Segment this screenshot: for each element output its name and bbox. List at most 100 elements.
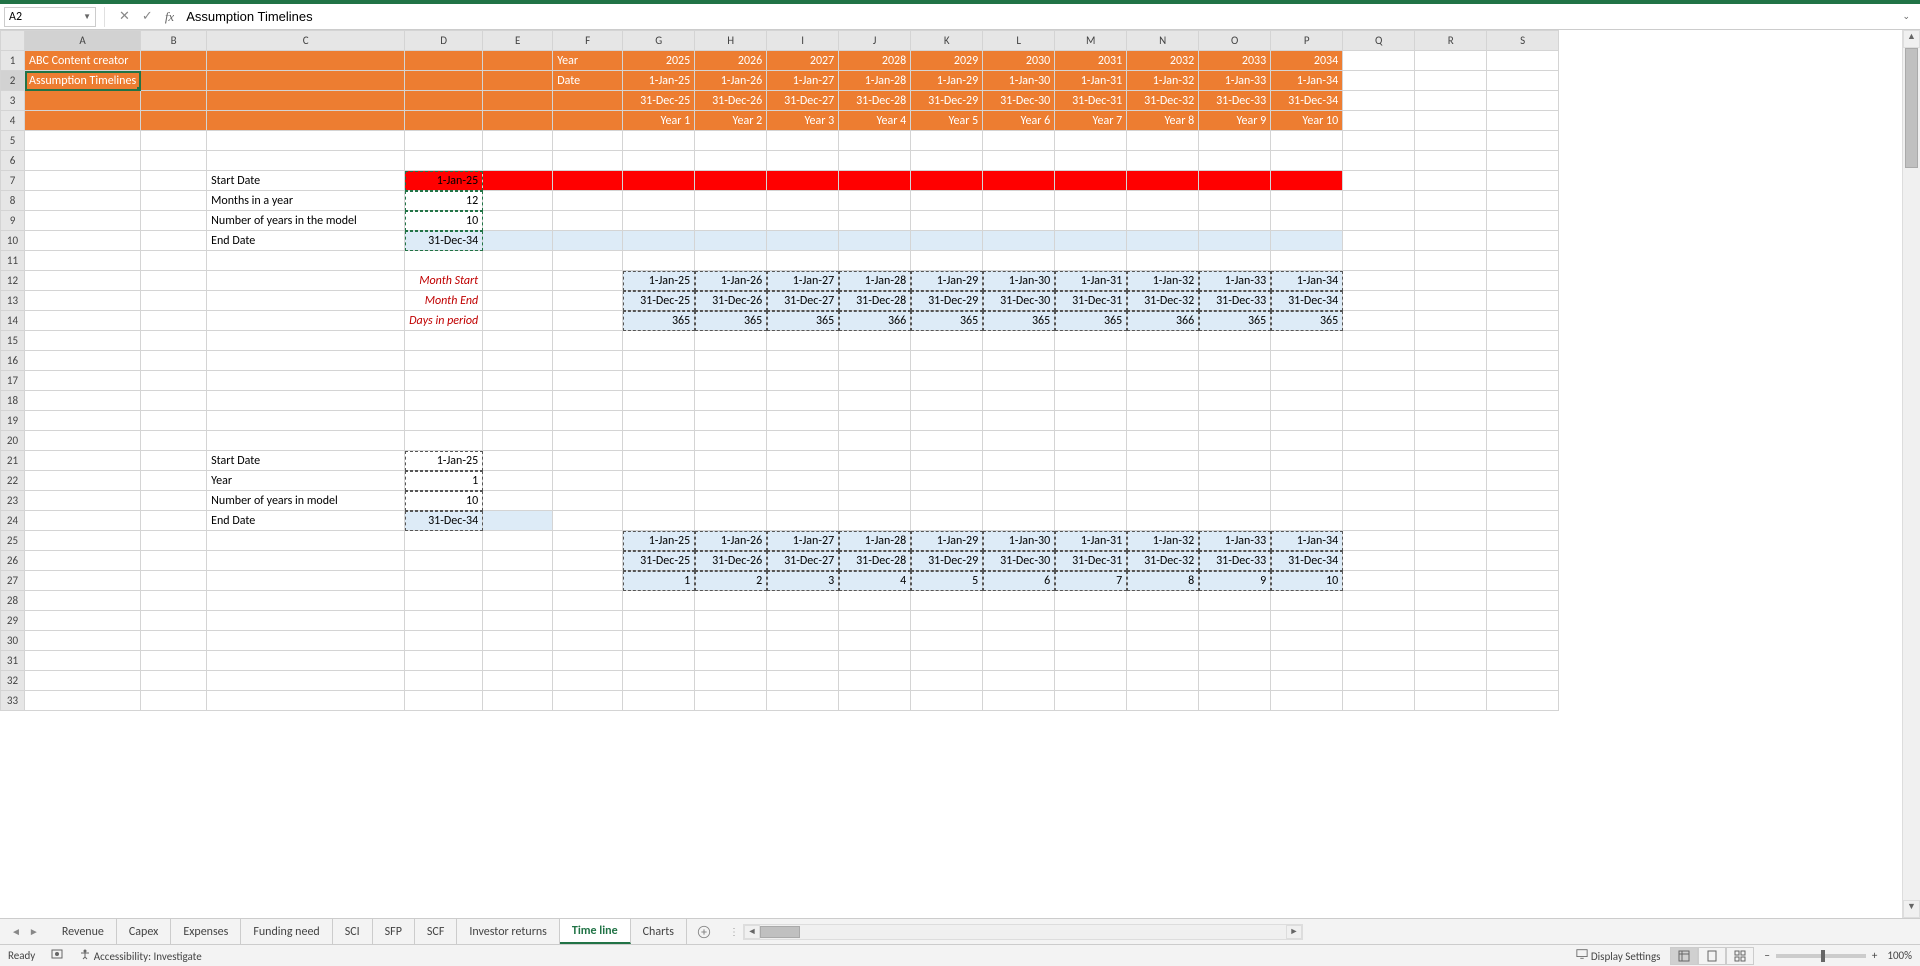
cell-F23[interactable] <box>553 491 623 511</box>
cell-D30[interactable] <box>405 631 483 651</box>
cell-G32[interactable] <box>623 671 695 691</box>
cell-A11[interactable] <box>25 251 141 271</box>
cell-H25[interactable]: 1-Jan-26 <box>695 531 767 551</box>
cell-O30[interactable] <box>1199 631 1271 651</box>
formula-input[interactable] <box>180 9 1896 24</box>
cell-R23[interactable] <box>1415 491 1487 511</box>
cell-M33[interactable] <box>1055 691 1127 711</box>
cell-G14[interactable]: 365 <box>623 311 695 331</box>
cell-M31[interactable] <box>1055 651 1127 671</box>
cell-K15[interactable] <box>911 331 983 351</box>
tab-nav-next-icon[interactable]: ► <box>26 925 42 938</box>
cell-M28[interactable] <box>1055 591 1127 611</box>
cell-B21[interactable] <box>141 451 207 471</box>
horizontal-scroll-thumb[interactable] <box>760 926 800 938</box>
cell-L16[interactable] <box>983 351 1055 371</box>
cell-I20[interactable] <box>767 431 839 451</box>
cell-A28[interactable] <box>25 591 141 611</box>
cell-G16[interactable] <box>623 351 695 371</box>
cell-K8[interactable] <box>911 191 983 211</box>
cell-G5[interactable] <box>623 131 695 151</box>
cell-D9[interactable]: 10 <box>405 211 483 231</box>
cell-L28[interactable] <box>983 591 1055 611</box>
cell-A16[interactable] <box>25 351 141 371</box>
cell-C21[interactable]: Start Date <box>207 451 405 471</box>
cell-P5[interactable] <box>1271 131 1343 151</box>
cell-F7[interactable] <box>553 171 623 191</box>
cell-B33[interactable] <box>141 691 207 711</box>
cell-N11[interactable] <box>1127 251 1199 271</box>
cell-A7[interactable] <box>25 171 141 191</box>
cell-D8[interactable]: 12 <box>405 191 483 211</box>
cell-N24[interactable] <box>1127 511 1199 531</box>
cell-K30[interactable] <box>911 631 983 651</box>
row-header-2[interactable]: 2 <box>1 71 25 91</box>
cell-H5[interactable] <box>695 131 767 151</box>
cell-G10[interactable] <box>623 231 695 251</box>
cell-O18[interactable] <box>1199 391 1271 411</box>
cell-R5[interactable] <box>1415 131 1487 151</box>
cell-M24[interactable] <box>1055 511 1127 531</box>
row-header-18[interactable]: 18 <box>1 391 25 411</box>
cell-D13[interactable]: Month End <box>405 291 483 311</box>
cell-K25[interactable]: 1-Jan-29 <box>911 531 983 551</box>
cell-D15[interactable] <box>405 331 483 351</box>
cell-I5[interactable] <box>767 131 839 151</box>
col-header-F[interactable]: F <box>553 31 623 51</box>
cell-G20[interactable] <box>623 431 695 451</box>
cell-E2[interactable] <box>483 71 553 91</box>
row-header-12[interactable]: 12 <box>1 271 25 291</box>
macro-record-icon[interactable] <box>51 948 63 963</box>
cell-O20[interactable] <box>1199 431 1271 451</box>
cell-D27[interactable] <box>405 571 483 591</box>
cell-C9[interactable]: Number of years in the model <box>207 211 405 231</box>
cell-S6[interactable] <box>1487 151 1559 171</box>
cell-S29[interactable] <box>1487 611 1559 631</box>
cell-B8[interactable] <box>141 191 207 211</box>
cell-I3[interactable]: 31-Dec-27 <box>767 91 839 111</box>
cell-G7[interactable] <box>623 171 695 191</box>
cell-F3[interactable] <box>553 91 623 111</box>
cell-O24[interactable] <box>1199 511 1271 531</box>
cell-Q12[interactable] <box>1343 271 1415 291</box>
cell-B22[interactable] <box>141 471 207 491</box>
cell-S26[interactable] <box>1487 551 1559 571</box>
sheet-tab-investor-returns[interactable]: Investor returns <box>457 919 560 944</box>
cell-G23[interactable] <box>623 491 695 511</box>
row-header-24[interactable]: 24 <box>1 511 25 531</box>
cell-Q1[interactable] <box>1343 51 1415 71</box>
cell-F17[interactable] <box>553 371 623 391</box>
row-header-27[interactable]: 27 <box>1 571 25 591</box>
cell-H17[interactable] <box>695 371 767 391</box>
cell-D3[interactable] <box>405 91 483 111</box>
cell-H16[interactable] <box>695 351 767 371</box>
cell-K18[interactable] <box>911 391 983 411</box>
cell-L23[interactable] <box>983 491 1055 511</box>
cell-H31[interactable] <box>695 651 767 671</box>
cell-F21[interactable] <box>553 451 623 471</box>
cell-I1[interactable]: 2027 <box>767 51 839 71</box>
cell-R7[interactable] <box>1415 171 1487 191</box>
cell-C7[interactable]: Start Date <box>207 171 405 191</box>
row-header-11[interactable]: 11 <box>1 251 25 271</box>
cell-L5[interactable] <box>983 131 1055 151</box>
cell-C33[interactable] <box>207 691 405 711</box>
cell-P17[interactable] <box>1271 371 1343 391</box>
cell-I26[interactable]: 31-Dec-27 <box>767 551 839 571</box>
cell-P23[interactable] <box>1271 491 1343 511</box>
cell-M22[interactable] <box>1055 471 1127 491</box>
cell-N22[interactable] <box>1127 471 1199 491</box>
cell-J18[interactable] <box>839 391 911 411</box>
cell-E32[interactable] <box>483 671 553 691</box>
cell-B7[interactable] <box>141 171 207 191</box>
cell-R3[interactable] <box>1415 91 1487 111</box>
cell-J9[interactable] <box>839 211 911 231</box>
cell-S11[interactable] <box>1487 251 1559 271</box>
cell-S32[interactable] <box>1487 671 1559 691</box>
vertical-scrollbar[interactable]: ▲ ▼ <box>1902 30 1920 918</box>
cell-N16[interactable] <box>1127 351 1199 371</box>
cell-P22[interactable] <box>1271 471 1343 491</box>
cell-Q14[interactable] <box>1343 311 1415 331</box>
cell-O14[interactable]: 365 <box>1199 311 1271 331</box>
cell-H7[interactable] <box>695 171 767 191</box>
